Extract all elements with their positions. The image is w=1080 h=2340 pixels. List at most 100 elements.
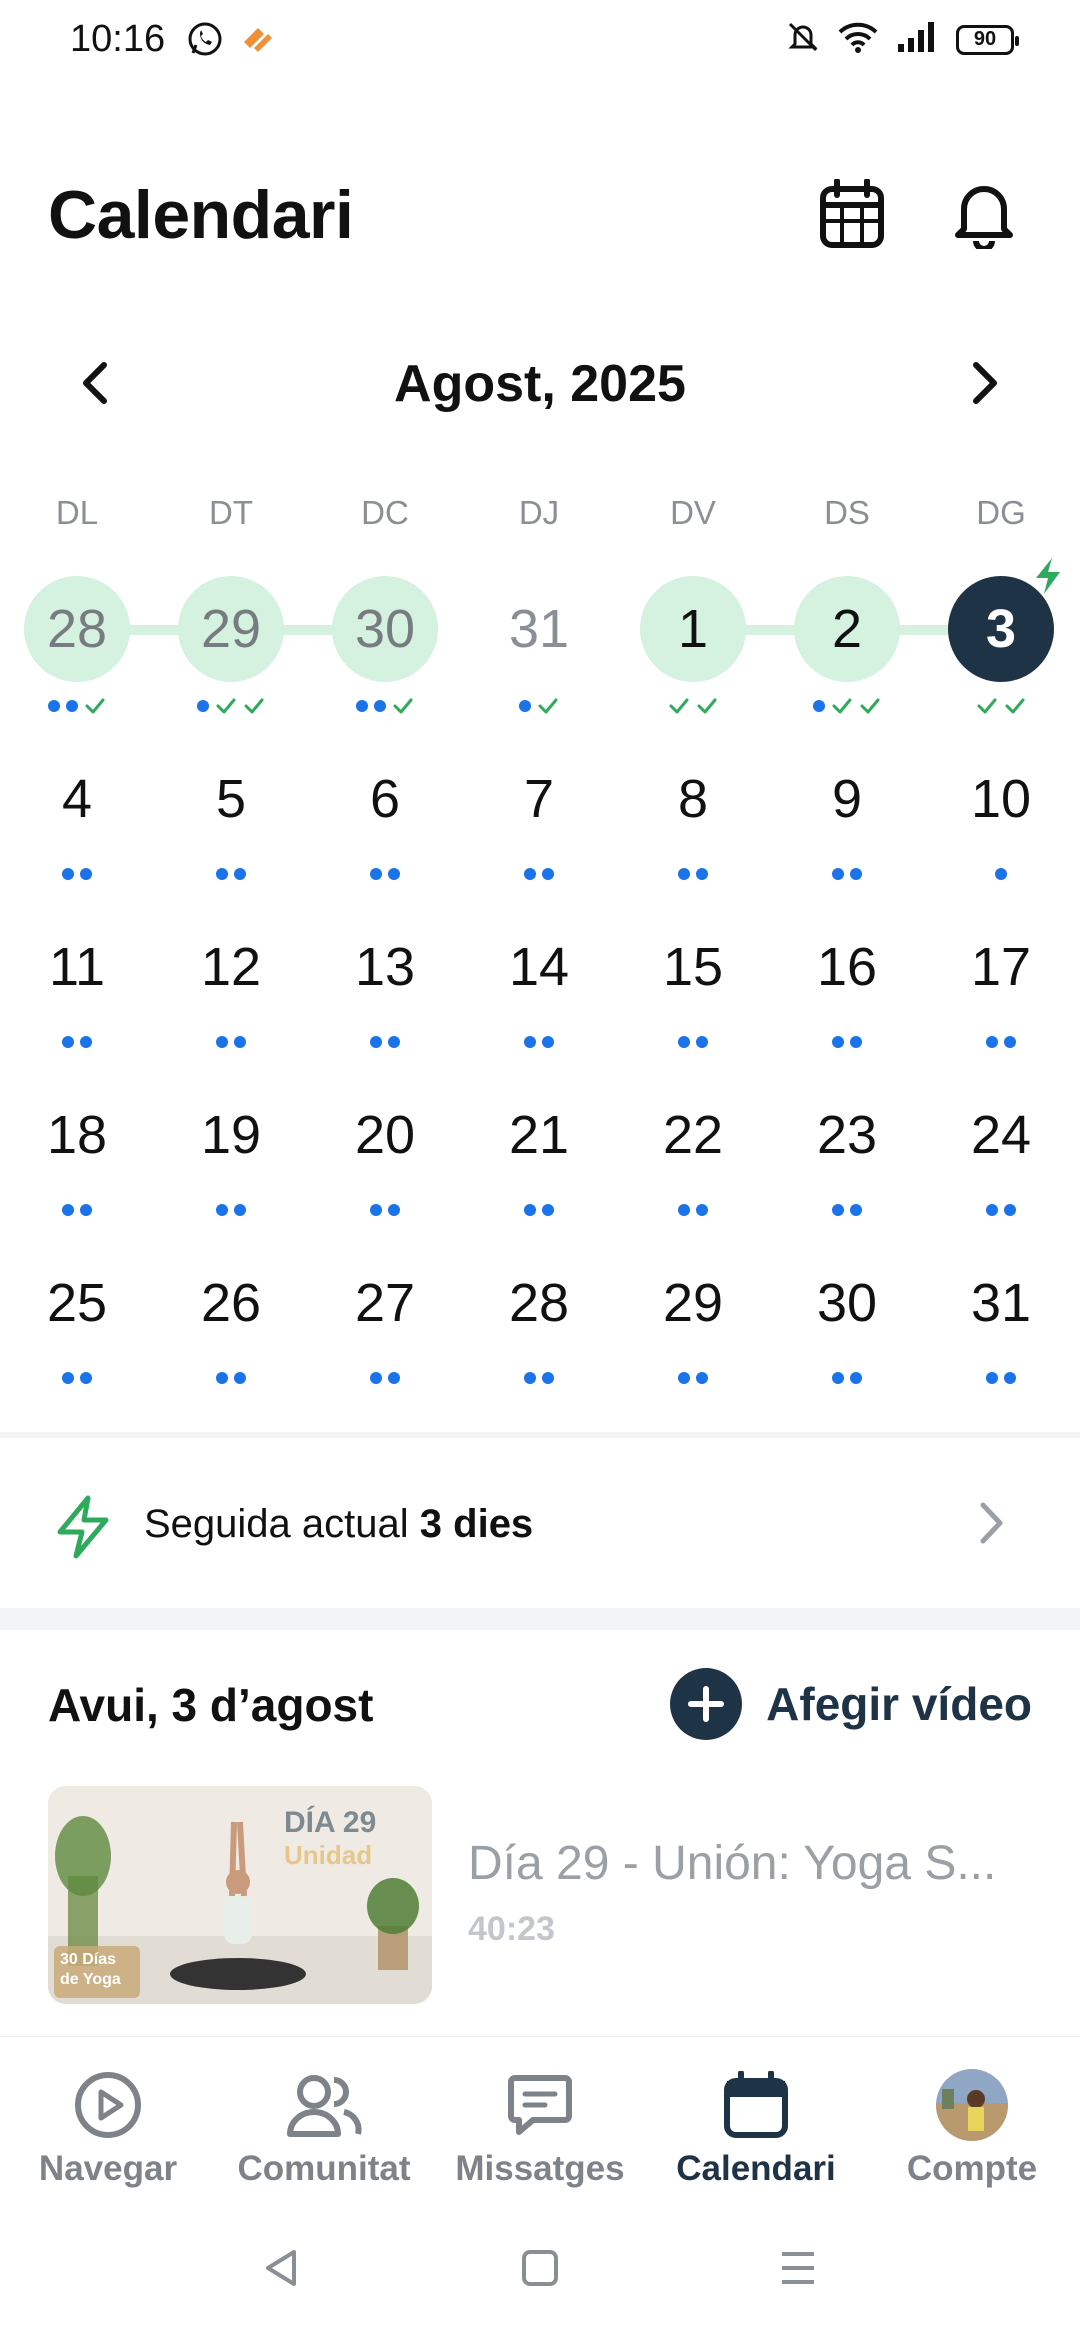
- day-activity-marks: [924, 1030, 1078, 1054]
- today-title: Avui, 3 d’agost: [48, 1679, 374, 1731]
- system-menu-button[interactable]: [768, 2240, 828, 2300]
- calendar-day[interactable]: 30: [794, 1250, 900, 1356]
- nav-navegar[interactable]: Navegar: [0, 2067, 216, 2189]
- calendar-day[interactable]: 11: [24, 914, 130, 1020]
- avatar-icon: [934, 2067, 1010, 2143]
- scheduled-dot: [234, 868, 246, 880]
- day-activity-marks: [154, 1198, 308, 1222]
- scheduled-dot: [234, 1036, 246, 1048]
- scheduled-dot: [62, 1036, 74, 1048]
- scheduled-dot: [696, 1372, 708, 1384]
- check-icon: [860, 698, 880, 714]
- calendar-day[interactable]: 1: [640, 576, 746, 682]
- calendar-day[interactable]: 20: [332, 1082, 438, 1188]
- scheduled-dot: [696, 1204, 708, 1216]
- calendar-day[interactable]: 19: [178, 1082, 284, 1188]
- calendar-day[interactable]: 23: [794, 1082, 900, 1188]
- calendar-day[interactable]: 29: [178, 576, 284, 682]
- scheduled-dot: [696, 868, 708, 880]
- scheduled-dot: [234, 1204, 246, 1216]
- calendar-day[interactable]: 29: [640, 1250, 746, 1356]
- day-activity-marks: [0, 1198, 154, 1222]
- scheduled-dot: [234, 1372, 246, 1384]
- day-activity-marks: [0, 862, 154, 886]
- scheduled-dot: [197, 700, 209, 712]
- calendar-day[interactable]: 2: [794, 576, 900, 682]
- video-card[interactable]: DÍA 29 Unidad 30 Días de Yoga Día 29 - U…: [48, 1786, 1048, 2004]
- video-duration: 40:23: [468, 1910, 555, 1948]
- check-icon: [1005, 698, 1025, 714]
- calendar-day[interactable]: 18: [24, 1082, 130, 1188]
- calendar-day[interactable]: 13: [332, 914, 438, 1020]
- scheduled-dot: [542, 1204, 554, 1216]
- calendar-day[interactable]: 3: [948, 576, 1054, 682]
- check-icon: [977, 698, 997, 714]
- day-activity-marks: [462, 1030, 616, 1054]
- add-video-button[interactable]: Afegir vídeo: [670, 1668, 1032, 1740]
- calendar-day[interactable]: 28: [24, 576, 130, 682]
- scheduled-dot: [542, 1036, 554, 1048]
- calendar-day[interactable]: 14: [486, 914, 592, 1020]
- calendar-day[interactable]: 24: [948, 1082, 1054, 1188]
- calendar-day[interactable]: 6: [332, 746, 438, 852]
- nav-missatges[interactable]: Missatges: [432, 2067, 648, 2189]
- calendar-day[interactable]: 31: [486, 576, 592, 682]
- day-activity-marks: [462, 1198, 616, 1222]
- calendar-day[interactable]: 30: [332, 576, 438, 682]
- scheduled-dot: [388, 1372, 400, 1384]
- day-activity-marks: [462, 1366, 616, 1390]
- current-streak-row[interactable]: Seguida actual 3 dies: [0, 1448, 1080, 1598]
- video-title: Día 29 - Unión: Yoga S...: [468, 1837, 997, 1890]
- scheduled-dot: [370, 868, 382, 880]
- scheduled-dot: [66, 700, 78, 712]
- system-home-button[interactable]: [510, 2240, 570, 2300]
- nav-label: Navegar: [38, 2149, 178, 2188]
- check-icon: [85, 698, 105, 714]
- streak-value: 3 dies: [419, 1502, 534, 1546]
- day-activity-marks: [154, 862, 308, 886]
- calendar-day[interactable]: 31: [948, 1250, 1054, 1356]
- scheduled-dot: [850, 1036, 862, 1048]
- calendar-day[interactable]: 17: [948, 914, 1054, 1020]
- calendar-day[interactable]: 7: [486, 746, 592, 852]
- nav-calendari[interactable]: Calendari: [648, 2067, 864, 2189]
- bottom-navigation: Navegar Comunitat Missatges Calendari Co…: [0, 2036, 1080, 2196]
- scheduled-dot: [995, 868, 1007, 880]
- calendar-day[interactable]: 15: [640, 914, 746, 1020]
- scheduled-dot: [678, 1372, 690, 1384]
- scheduled-dot: [813, 700, 825, 712]
- day-activity-marks: [616, 1030, 770, 1054]
- nav-comunitat[interactable]: Comunitat: [216, 2067, 432, 2189]
- thumbnail-badge-line: de Yoga: [60, 1971, 121, 1988]
- calendar-day[interactable]: 12: [178, 914, 284, 1020]
- scheduled-dot: [850, 868, 862, 880]
- calendar-day[interactable]: 26: [178, 1250, 284, 1356]
- video-thumbnail: DÍA 29 Unidad 30 Días de Yoga: [48, 1786, 432, 2004]
- home-square-icon: [520, 2248, 560, 2293]
- scheduled-dot: [370, 1372, 382, 1384]
- calendar-day[interactable]: 22: [640, 1082, 746, 1188]
- scheduled-dot: [216, 868, 228, 880]
- system-back-button[interactable]: [252, 2240, 312, 2300]
- calendar-day[interactable]: 21: [486, 1082, 592, 1188]
- nav-compte[interactable]: Compte: [864, 2067, 1080, 2189]
- scheduled-dot: [80, 1204, 92, 1216]
- scheduled-dot: [678, 1204, 690, 1216]
- calendar-day[interactable]: 9: [794, 746, 900, 852]
- calendar-day[interactable]: 4: [24, 746, 130, 852]
- day-activity-marks: [616, 1198, 770, 1222]
- day-activity-marks: [924, 862, 1078, 886]
- calendar-day[interactable]: 25: [24, 1250, 130, 1356]
- calendar-grid: 28 29 30 31 1 2 3 4 5 6 7 8 9 10 11 12 13 14 15 16 17 18 19 20 2…: [0, 0, 1080, 1420]
- calendar-day[interactable]: 28: [486, 1250, 592, 1356]
- calendar-day[interactable]: 16: [794, 914, 900, 1020]
- scheduled-dot: [80, 868, 92, 880]
- calendar-day[interactable]: 27: [332, 1250, 438, 1356]
- calendar-day[interactable]: 8: [640, 746, 746, 852]
- scheduled-dot: [524, 868, 536, 880]
- calendar-day[interactable]: 10: [948, 746, 1054, 852]
- scheduled-dot: [542, 868, 554, 880]
- day-activity-marks: [924, 1198, 1078, 1222]
- users-icon: [286, 2067, 362, 2143]
- calendar-day[interactable]: 5: [178, 746, 284, 852]
